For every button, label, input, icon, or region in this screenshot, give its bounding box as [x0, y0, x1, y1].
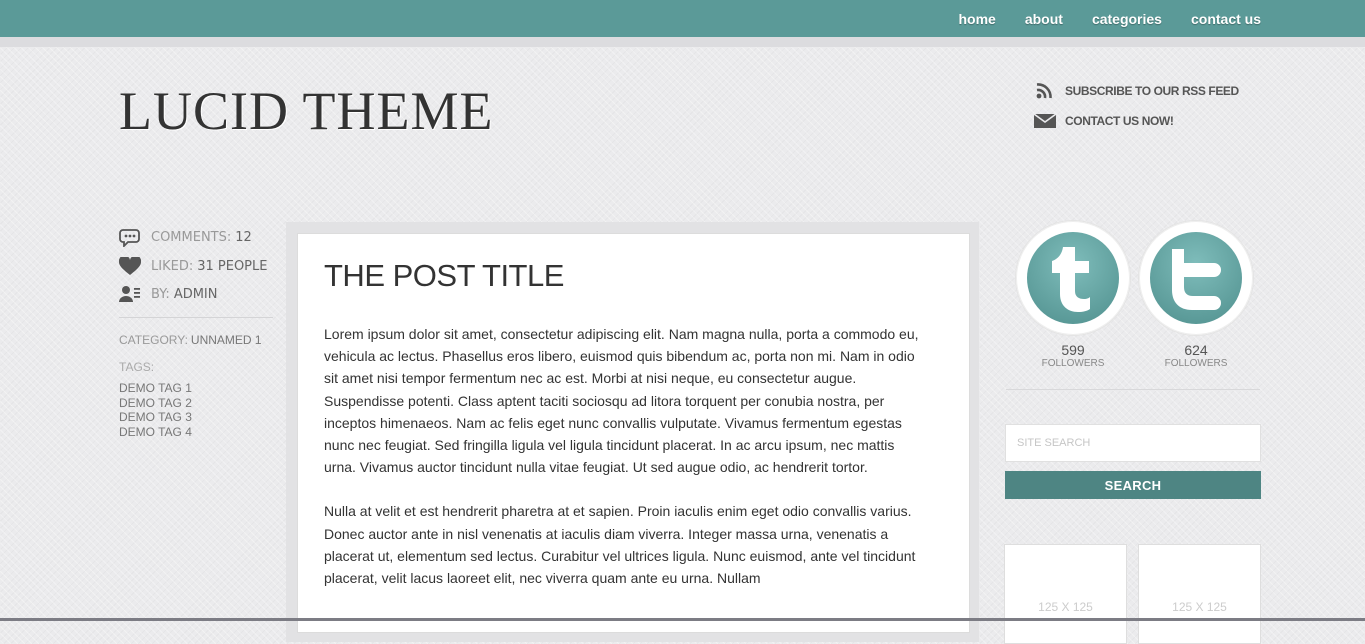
- ad-size-label: 125 X 125: [1038, 600, 1093, 614]
- rss-icon: [1036, 83, 1052, 99]
- heart-icon: [119, 257, 141, 275]
- nav-categories[interactable]: categories: [1092, 11, 1162, 27]
- nav-about[interactable]: about: [1025, 11, 1063, 27]
- author-name: ADMIN: [173, 286, 218, 302]
- category-label: CATEGORY:: [119, 333, 188, 347]
- site-logo[interactable]: LUCID THEME: [119, 80, 493, 142]
- twitter-button[interactable]: [1139, 221, 1253, 335]
- twitter-widget: 624 FOLLOWERS: [1137, 221, 1255, 369]
- tag-link[interactable]: DEMO TAG 4: [119, 425, 192, 440]
- meta-divider: [119, 317, 273, 318]
- post-title[interactable]: THE POST TITLE: [324, 258, 564, 294]
- tag-link[interactable]: DEMO TAG 2: [119, 396, 192, 411]
- nav-home[interactable]: home: [958, 11, 995, 27]
- twitter-icon: [1150, 232, 1242, 324]
- navbar-shadow: [0, 37, 1365, 47]
- site-search-input[interactable]: [1005, 424, 1261, 462]
- rss-feed-label: SUBSCRIBE TO OUR RSS FEED: [1065, 84, 1239, 98]
- post-paragraph: Lorem ipsum dolor sit amet, consectetur …: [324, 326, 919, 476]
- ad-slot[interactable]: 125 X 125: [1004, 544, 1127, 644]
- liked-count: 31 PEOPLE: [197, 259, 268, 274]
- author-meta[interactable]: BY: ADMIN: [119, 285, 218, 303]
- twitter-follower-count: 624: [1184, 342, 1208, 358]
- contact-label: CONTACT US NOW!: [1065, 114, 1174, 128]
- main-nav: home about categories contact us: [929, 0, 1261, 37]
- tumblr-icon: [1027, 232, 1119, 324]
- post-paragraph: Nulla at velit et est hendrerit pharetra…: [324, 503, 916, 587]
- category-meta[interactable]: CATEGORY: UNNAMED 1: [119, 333, 262, 347]
- post-body: Lorem ipsum dolor sit amet, consectetur …: [324, 323, 924, 611]
- tags-heading: TAGS:: [119, 360, 155, 374]
- liked-label: LIKED:: [151, 259, 194, 274]
- ad-slot[interactable]: 125 X 125: [1138, 544, 1261, 644]
- comments-meta[interactable]: COMMENTS: 12: [119, 227, 252, 247]
- tag-list: DEMO TAG 1 DEMO TAG 2 DEMO TAG 3 DEMO TA…: [119, 381, 192, 440]
- contact-link[interactable]: CONTACT US NOW!: [1034, 113, 1174, 129]
- mail-icon: [1034, 113, 1056, 128]
- category-value: UNNAMED 1: [190, 333, 262, 347]
- tumblr-button[interactable]: [1016, 221, 1130, 335]
- tumblr-follower-count: 599: [1061, 342, 1085, 358]
- user-icon: [119, 286, 140, 302]
- search-button[interactable]: SEARCH: [1005, 471, 1261, 499]
- tag-link[interactable]: DEMO TAG 3: [119, 410, 192, 425]
- nav-contact-us[interactable]: contact us: [1191, 11, 1261, 27]
- rss-feed-link[interactable]: SUBSCRIBE TO OUR RSS FEED: [1034, 82, 1239, 100]
- tumblr-widget: 599 FOLLOWERS: [1014, 221, 1132, 369]
- comments-label: COMMENTS:: [151, 229, 232, 245]
- author-label: BY:: [151, 286, 170, 302]
- comments-icon: [119, 229, 140, 247]
- sidebar-divider: [1006, 389, 1260, 390]
- tag-link[interactable]: DEMO TAG 1: [119, 381, 192, 396]
- liked-meta[interactable]: LIKED: 31 PEOPLE: [119, 257, 267, 276]
- tumblr-followers-label: FOLLOWERS: [1041, 358, 1105, 369]
- comments-count: 12: [235, 229, 252, 245]
- ad-size-label: 125 X 125: [1172, 600, 1227, 614]
- twitter-followers-label: FOLLOWERS: [1164, 358, 1228, 369]
